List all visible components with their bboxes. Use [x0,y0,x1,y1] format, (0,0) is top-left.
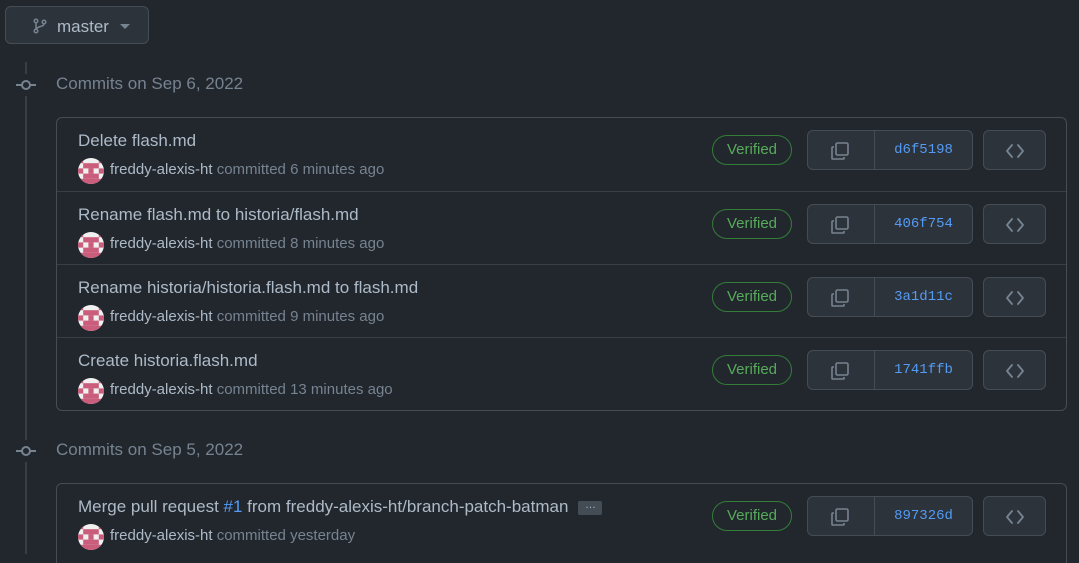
commit-time: 13 minutes ago [290,381,393,398]
commit-sha-link[interactable]: 406f754 [875,205,972,243]
code-icon [1006,364,1024,378]
commit-action: committed [216,527,286,544]
verified-badge[interactable]: Verified [712,282,792,312]
avatar[interactable] [78,305,104,331]
browse-repo-button[interactable] [983,130,1046,170]
pull-request-link[interactable]: #1 [224,497,243,516]
commit-action: committed [216,308,286,325]
browse-repo-button[interactable] [983,204,1046,244]
browse-repo-button[interactable] [983,350,1046,390]
sha-button-group: 3a1d11c [807,277,973,317]
avatar[interactable] [78,524,104,550]
verified-badge[interactable]: Verified [712,135,792,165]
sha-button-group: 897326d [807,496,973,536]
avatar[interactable] [78,378,104,404]
expand-message-button[interactable]: … [578,499,603,515]
code-icon [1006,144,1024,158]
commit-meta: freddy-alexis-ht committed 8 minutes ago [110,235,384,252]
commit-meta: freddy-alexis-ht committed 13 minutes ag… [110,381,393,398]
git-commit-icon [15,440,37,462]
commit-group-title: Commits on Sep 6, 2022 [56,74,244,93]
sha-button-group: 1741ffb [807,350,973,390]
branch-name: master [57,17,109,36]
git-branch-icon [33,18,47,34]
verified-badge[interactable]: Verified [712,209,792,239]
copy-icon [831,508,849,526]
commit-row: Delete flash.md freddy-alexis-ht committ… [57,118,1066,191]
commit-time: yesterday [290,527,356,544]
commit-list: Merge pull request #1 from freddy-alexis… [56,483,1067,563]
commit-group-header: Commits on Sep 6, 2022 [15,73,243,97]
commit-meta: freddy-alexis-ht committed 9 minutes ago [110,308,384,325]
author-link[interactable]: freddy-alexis-ht [110,308,213,325]
commit-message-link[interactable]: Rename historia/historia.flash.md to fla… [78,278,418,298]
branch-select-button[interactable]: master [5,6,149,44]
commit-meta: freddy-alexis-ht committed 6 minutes ago [110,161,384,178]
commit-meta: freddy-alexis-ht committed yesterday [110,527,355,544]
copy-sha-button[interactable] [808,351,875,389]
copy-icon [831,216,849,234]
commit-action: committed [216,381,286,398]
copy-sha-button[interactable] [808,131,875,169]
commit-row: Create historia.flash.md freddy-alexis-h… [57,337,1066,410]
chevron-down-icon [120,24,130,29]
sha-button-group: d6f5198 [807,130,973,170]
copy-sha-button[interactable] [808,205,875,243]
commit-row: Rename historia/historia.flash.md to fla… [57,264,1066,337]
commit-message-link[interactable]: from freddy-alexis-ht/branch-patch-batma… [242,497,568,516]
commit-sha-link[interactable]: 1741ffb [875,351,972,389]
copy-icon [831,142,849,160]
commit-sha-link[interactable]: d6f5198 [875,131,972,169]
git-commit-icon [15,74,37,96]
browse-repo-button[interactable] [983,277,1046,317]
commit-row: Rename flash.md to historia/flash.md fre… [57,191,1066,264]
commit-message: Merge pull request #1 from freddy-alexis… [78,497,603,517]
commit-message-link[interactable]: Delete flash.md [78,131,196,151]
code-icon [1006,218,1024,232]
author-link[interactable]: freddy-alexis-ht [110,235,213,252]
commit-group-header: Commits on Sep 5, 2022 [15,439,243,463]
avatar[interactable] [78,232,104,258]
copy-sha-button[interactable] [808,497,875,535]
commit-message-link[interactable]: Rename flash.md to historia/flash.md [78,205,359,225]
commit-message-link[interactable]: Merge pull request [78,497,224,516]
commit-time: 6 minutes ago [290,161,385,178]
author-link[interactable]: freddy-alexis-ht [110,381,213,398]
copy-icon [831,289,849,307]
copy-sha-button[interactable] [808,278,875,316]
author-link[interactable]: freddy-alexis-ht [110,527,213,544]
browse-repo-button[interactable] [983,496,1046,536]
code-icon [1006,291,1024,305]
commit-sha-link[interactable]: 3a1d11c [875,278,972,316]
commit-time: 8 minutes ago [290,235,385,252]
commit-message-link[interactable]: Create historia.flash.md [78,351,258,371]
code-icon [1006,510,1024,524]
commit-list: Delete flash.md freddy-alexis-ht committ… [56,117,1067,411]
commit-action: committed [216,161,286,178]
verified-badge[interactable]: Verified [712,355,792,385]
commit-time: 9 minutes ago [290,308,385,325]
avatar[interactable] [78,158,104,184]
commit-group-title: Commits on Sep 5, 2022 [56,440,244,459]
verified-badge[interactable]: Verified [712,501,792,531]
commit-sha-link[interactable]: 897326d [875,497,972,535]
commit-action: committed [216,235,286,252]
sha-button-group: 406f754 [807,204,973,244]
commit-row: Merge pull request #1 from freddy-alexis… [57,484,1066,557]
copy-icon [831,362,849,380]
timeline-line [25,62,27,554]
author-link[interactable]: freddy-alexis-ht [110,161,213,178]
